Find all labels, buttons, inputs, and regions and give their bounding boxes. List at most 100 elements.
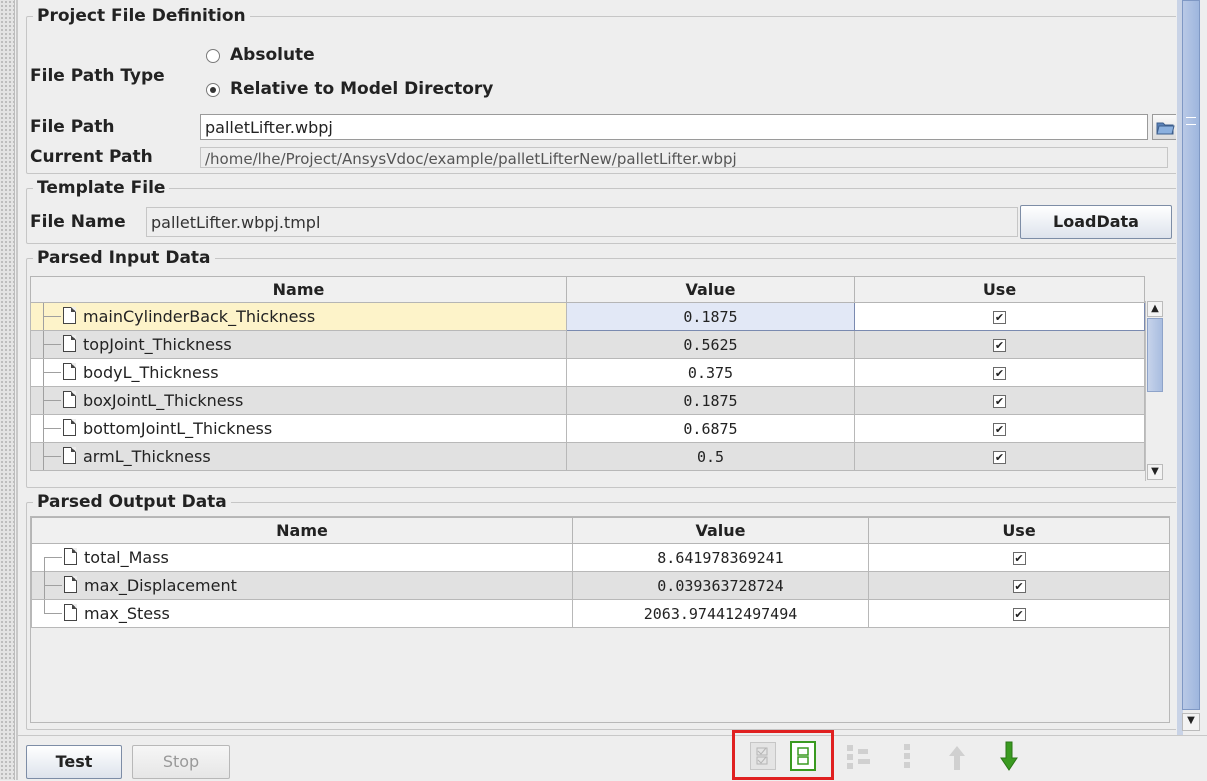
use-checkbox[interactable]: ✔ — [993, 310, 1006, 324]
use-checkbox[interactable]: ✔ — [1012, 579, 1026, 593]
table-row[interactable]: total_Mass 8.641978369241 ✔ — [31, 543, 1170, 572]
row-value[interactable]: 0.375 — [566, 358, 855, 387]
use-checkbox[interactable]: ✔ — [1012, 551, 1026, 565]
row-value[interactable]: 0.039363728724 — [572, 571, 869, 600]
arrow-down-icon — [1000, 741, 1018, 771]
use-checkbox[interactable]: ✔ — [993, 450, 1006, 464]
tree-line — [43, 344, 61, 345]
row-value[interactable]: 8.641978369241 — [572, 543, 869, 572]
table-row[interactable]: topJoint_Thickness 0.5625 ✔ — [30, 330, 1145, 359]
select-all-icon[interactable] — [750, 742, 776, 770]
input-table-scrollbar[interactable]: ▲ ▼ — [1145, 301, 1164, 481]
use-cell[interactable]: ✔ — [854, 358, 1145, 387]
name-cell[interactable]: mainCylinderBack_Thickness — [30, 302, 567, 331]
scroll-thumb[interactable] — [1147, 318, 1163, 392]
col-header-name[interactable]: Name — [30, 276, 567, 303]
name-cell[interactable]: max_Displacement — [31, 571, 573, 600]
use-cell[interactable]: ✔ — [854, 302, 1145, 331]
name-cell[interactable]: bottomJointL_Thickness — [30, 414, 567, 443]
row-name: topJoint_Thickness — [83, 335, 232, 354]
row-value[interactable]: 0.5 — [566, 442, 855, 471]
window-scrollbar[interactable]: ▼ — [1176, 0, 1207, 735]
use-cell[interactable]: ✔ — [868, 599, 1170, 628]
stack-icon — [904, 744, 910, 768]
output-table-header: Name Value Use — [31, 517, 1170, 544]
window-scroll-down-arrow-icon[interactable]: ▼ — [1182, 713, 1200, 731]
stop-button[interactable]: Stop — [132, 745, 230, 779]
scroll-up-arrow-icon[interactable]: ▲ — [1147, 301, 1163, 317]
table-row[interactable]: bottomJointL_Thickness 0.6875 ✔ — [30, 414, 1145, 443]
use-checkbox[interactable]: ✔ — [993, 366, 1006, 380]
name-cell[interactable]: armL_Thickness — [30, 442, 567, 471]
file-icon — [63, 307, 76, 324]
scroll-grip-icon — [1186, 117, 1196, 125]
arrow-up-icon — [949, 746, 965, 770]
row-value[interactable]: 0.6875 — [566, 414, 855, 443]
use-cell[interactable]: ✔ — [854, 386, 1145, 415]
tree-line — [43, 372, 61, 373]
file-icon — [63, 391, 76, 408]
col-header-name[interactable]: Name — [31, 517, 573, 544]
use-cell[interactable]: ✔ — [854, 442, 1145, 471]
use-checkbox[interactable]: ✔ — [993, 422, 1006, 436]
scroll-down-arrow-icon[interactable]: ▼ — [1147, 464, 1163, 480]
name-cell[interactable]: max_Stess — [31, 599, 573, 628]
table-row[interactable]: armL_Thickness 0.5 ✔ — [30, 442, 1145, 471]
browse-folder-button[interactable] — [1152, 114, 1178, 140]
tree-line — [43, 316, 61, 317]
table-row[interactable]: max_Displacement 0.039363728724 ✔ — [31, 571, 1170, 600]
use-cell[interactable]: ✔ — [868, 571, 1170, 600]
table-row[interactable]: bodyL_Thickness 0.375 ✔ — [30, 358, 1145, 387]
deselect-all-icon[interactable] — [790, 741, 816, 771]
tree-line — [43, 456, 61, 457]
file-icon — [63, 447, 76, 464]
move-up-arrow-icon[interactable] — [948, 744, 966, 772]
name-cell[interactable]: total_Mass — [31, 543, 573, 572]
tree-line — [44, 557, 62, 558]
use-cell[interactable]: ✔ — [854, 414, 1145, 443]
file-icon — [63, 335, 76, 352]
table-row[interactable]: max_Stess 2063.974412497494 ✔ — [31, 599, 1170, 628]
template-file-legend: Template File — [37, 178, 166, 198]
table-row[interactable]: mainCylinderBack_Thickness 0.1875 ✔ — [30, 302, 1145, 331]
name-cell[interactable]: boxJointL_Thickness — [30, 386, 567, 415]
radio-relative[interactable] — [206, 83, 220, 97]
use-checkbox[interactable]: ✔ — [993, 394, 1006, 408]
file-path-type-label: File Path Type — [30, 66, 165, 86]
column-icon[interactable] — [900, 742, 914, 772]
use-checkbox[interactable]: ✔ — [993, 338, 1006, 352]
row-name: boxJointL_Thickness — [83, 391, 244, 410]
row-value[interactable]: 0.1875 — [566, 302, 855, 331]
use-cell[interactable]: ✔ — [868, 543, 1170, 572]
radio-absolute[interactable] — [206, 49, 220, 63]
file-icon — [63, 419, 76, 436]
move-down-arrow-icon[interactable] — [1000, 740, 1018, 772]
input-data-table: Name Value Use mainCylinderBack_Thicknes… — [30, 276, 1145, 471]
col-header-use[interactable]: Use — [854, 276, 1145, 303]
row-value[interactable]: 0.5625 — [566, 330, 855, 359]
use-checkbox[interactable]: ✔ — [1012, 607, 1026, 621]
test-button[interactable]: Test — [26, 745, 122, 779]
name-cell[interactable]: bodyL_Thickness — [30, 358, 567, 387]
file-icon — [64, 604, 77, 621]
tree-view-icon[interactable] — [844, 742, 874, 772]
row-name: mainCylinderBack_Thickness — [83, 307, 316, 326]
table-row[interactable]: boxJointL_Thickness 0.1875 ✔ — [30, 386, 1145, 415]
row-name: bodyL_Thickness — [83, 363, 219, 382]
radio-absolute-label[interactable]: Absolute — [230, 45, 315, 65]
use-cell[interactable]: ✔ — [854, 330, 1145, 359]
col-header-value[interactable]: Value — [572, 517, 869, 544]
window-scroll-thumb[interactable] — [1182, 0, 1200, 710]
input-table-header: Name Value Use — [30, 276, 1145, 303]
checklist-icon — [756, 747, 768, 765]
row-value[interactable]: 2063.974412497494 — [572, 599, 869, 628]
col-header-use[interactable]: Use — [868, 517, 1170, 544]
col-header-value[interactable]: Value — [566, 276, 855, 303]
row-name: max_Displacement — [84, 576, 237, 595]
load-data-button[interactable]: LoadData — [1020, 205, 1172, 239]
file-path-input[interactable] — [200, 114, 1148, 140]
tree-line — [43, 400, 61, 401]
row-value[interactable]: 0.1875 — [566, 386, 855, 415]
radio-relative-label[interactable]: Relative to Model Directory — [230, 79, 493, 99]
name-cell[interactable]: topJoint_Thickness — [30, 330, 567, 359]
